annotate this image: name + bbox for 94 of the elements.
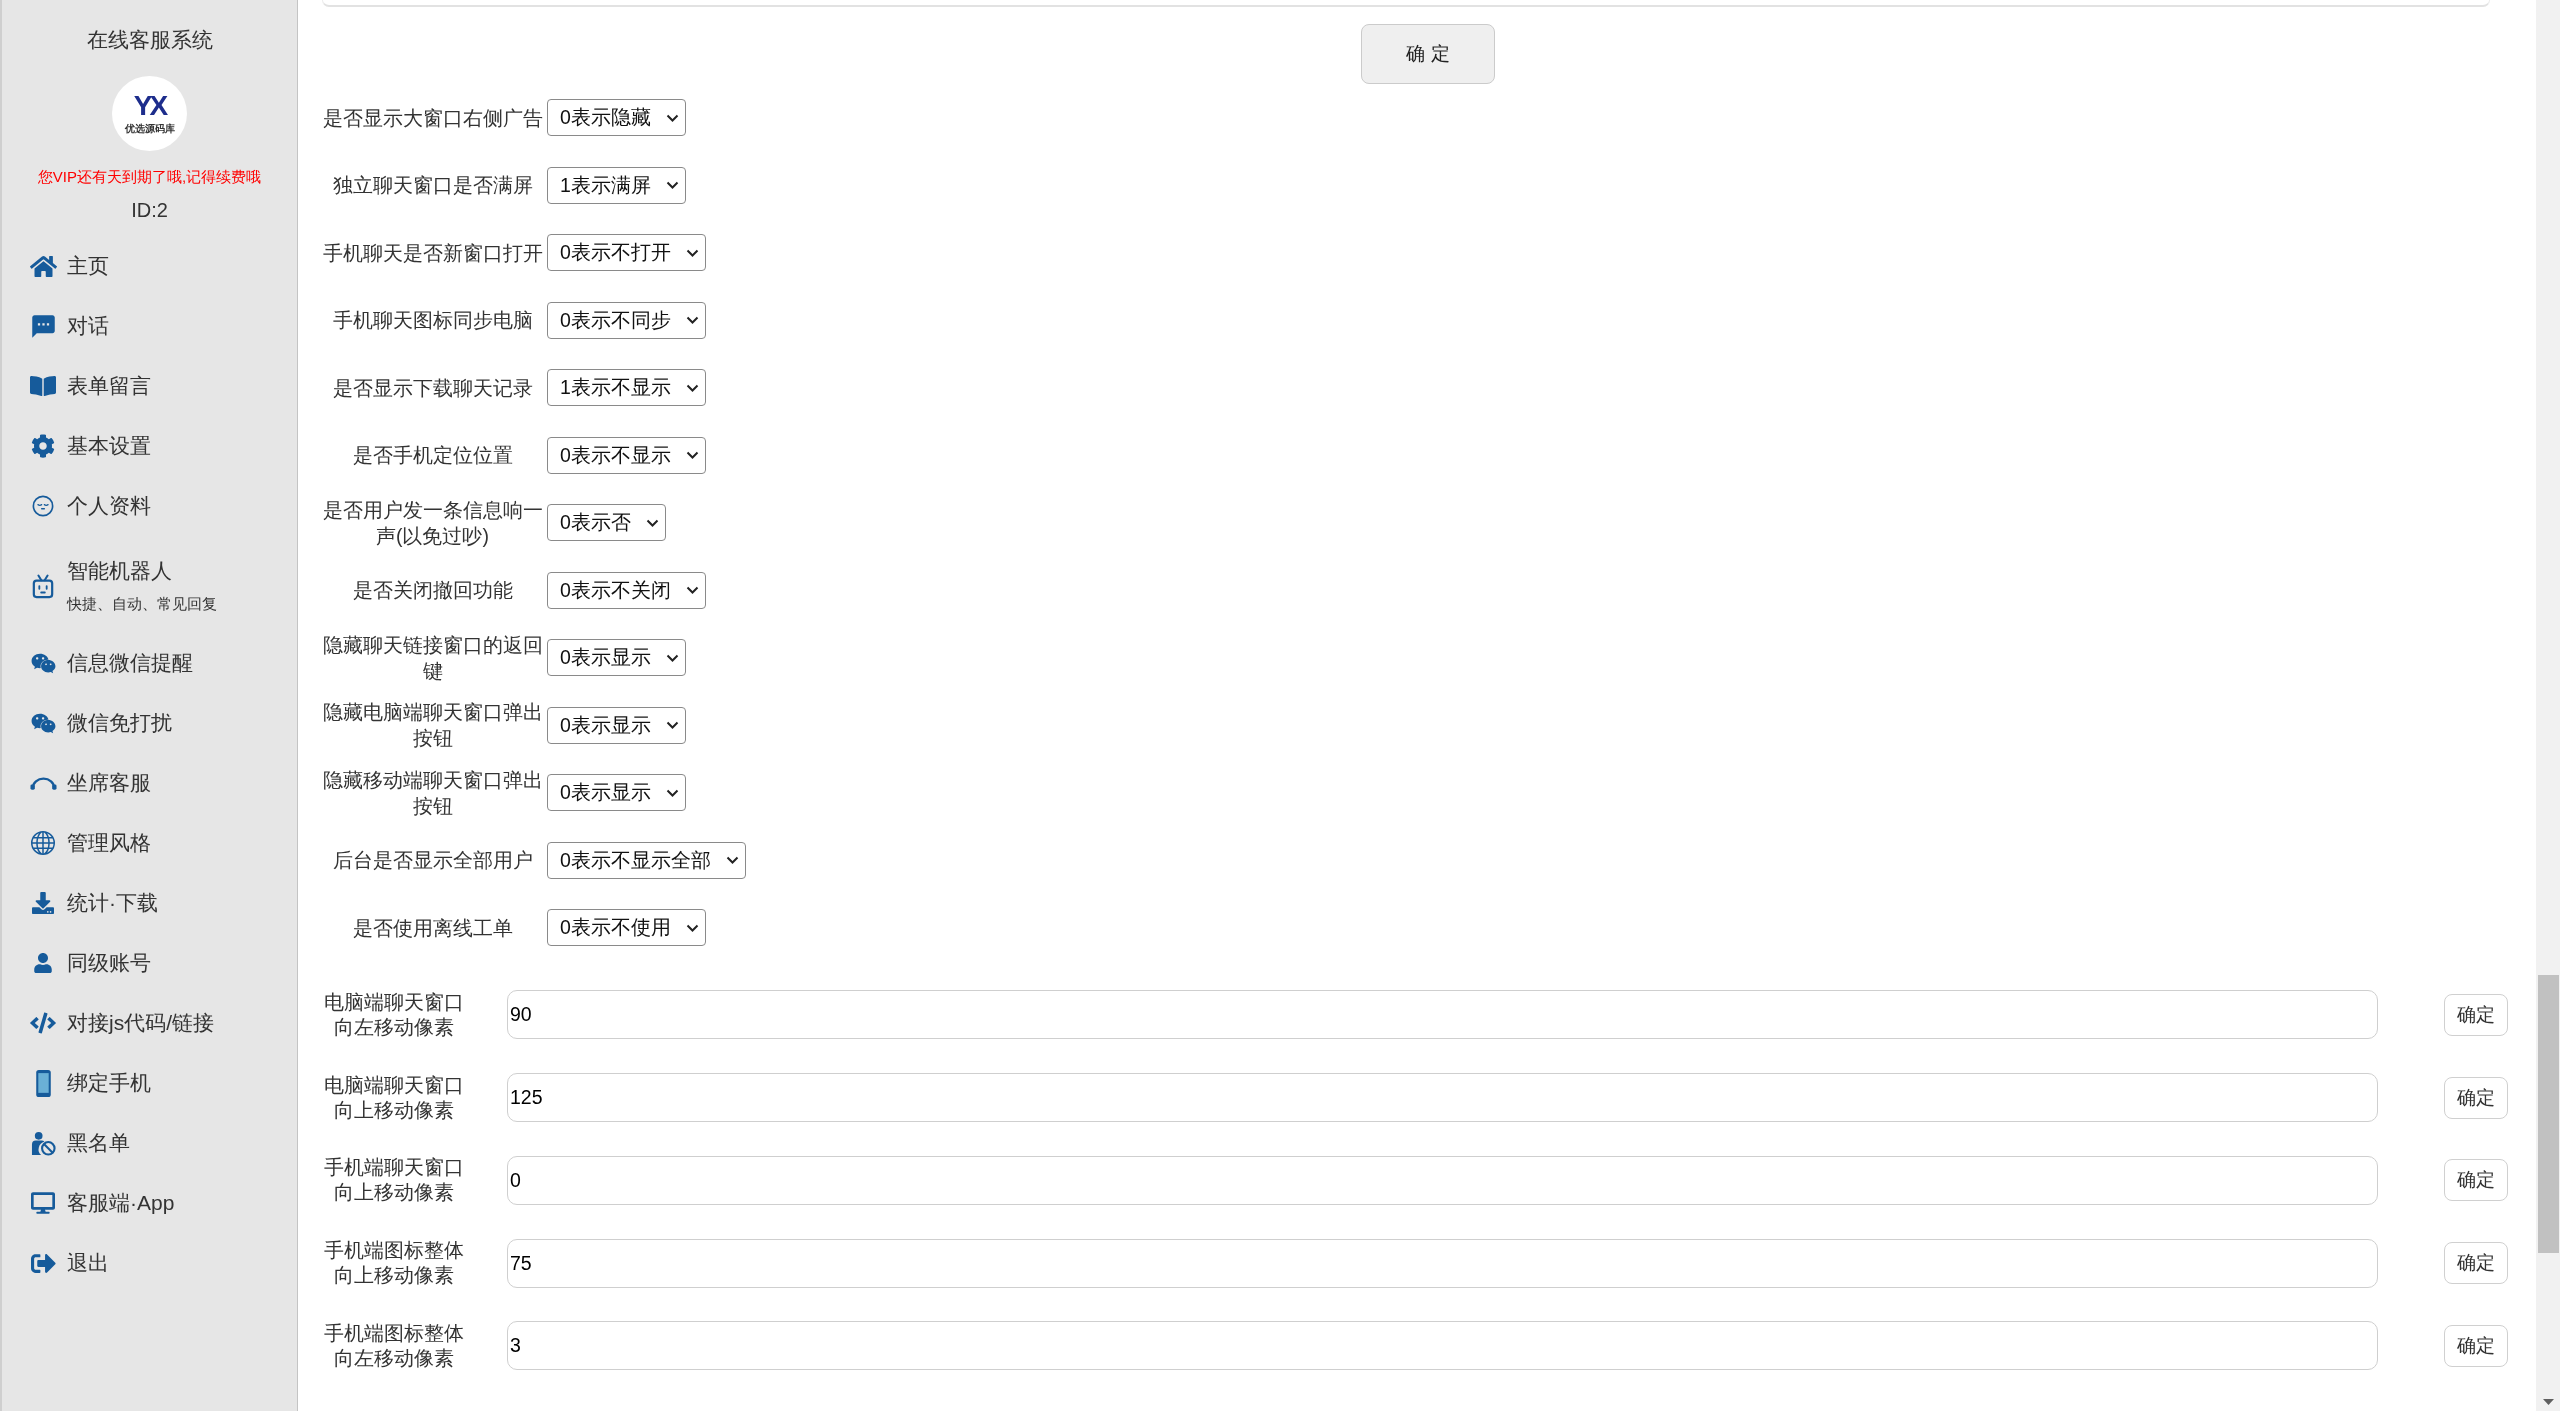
sidebar-item[interactable]: 管理风格 xyxy=(29,821,151,865)
logo-mark: YX xyxy=(133,92,166,119)
setting-label: 是否手机定位位置 xyxy=(351,443,514,469)
chevron-down-icon xyxy=(685,451,699,460)
sidebar-item[interactable]: 黑名单 xyxy=(29,1121,130,1165)
chevron-down-icon xyxy=(685,586,699,595)
setting-label: 手机聊天图标同步电脑 xyxy=(331,308,534,334)
phone-icon xyxy=(35,1069,51,1097)
select-dropdown[interactable]: 0表示不显示全部 xyxy=(547,841,746,879)
sidebar-item[interactable]: 绑定手机 xyxy=(29,1061,151,1105)
download-icon xyxy=(32,892,54,914)
select-dropdown[interactable]: 1表示不显示 xyxy=(547,369,706,407)
gear-icon xyxy=(31,434,55,458)
chevron-down-icon xyxy=(725,856,739,865)
chevron-down-icon xyxy=(665,788,679,797)
select-dropdown[interactable]: 0表示不使用 xyxy=(547,909,706,947)
select-dropdown[interactable]: 1表示满屏 xyxy=(547,166,686,204)
sidebar-item[interactable]: 主页 xyxy=(29,244,109,288)
app-title: 在线客服系统 xyxy=(85,27,214,53)
offset-label: 电脑端聊天窗口向左移动像素 xyxy=(323,989,465,1040)
sidebar-item[interactable]: 对话 xyxy=(29,304,109,348)
scrollbar[interactable] xyxy=(2536,0,2560,1411)
confirm-button[interactable]: 确定 xyxy=(2444,1159,2508,1202)
offset-label: 手机端图标整体向左移动像素 xyxy=(323,1320,465,1371)
caret-down-icon xyxy=(2542,1399,2554,1405)
vip-expiry-notice: 您VIP还有天到期了哦,记得续费哦 xyxy=(37,167,262,187)
sidebar-item-hint: 快捷、自动、常见回复 xyxy=(67,594,217,614)
face-icon xyxy=(32,495,54,517)
input-field[interactable]: 90 xyxy=(507,990,2378,1040)
select-dropdown[interactable]: 0表示不关闭 xyxy=(547,571,706,609)
chevron-down-icon xyxy=(685,383,699,392)
chevron-down-icon xyxy=(665,181,679,190)
setting-label: 是否关闭撤回功能 xyxy=(351,578,514,604)
setting-label: 是否显示大窗口右侧广告 xyxy=(322,105,543,131)
setting-label: 隐藏电脑端聊天窗口弹出按钮 xyxy=(322,700,543,752)
select-dropdown[interactable]: 0表示显示 xyxy=(547,706,686,744)
account-id: ID:2 xyxy=(131,198,168,223)
confirm-button[interactable]: 确定 xyxy=(2444,1242,2508,1285)
chevron-down-icon xyxy=(665,113,679,122)
offset-label: 手机端聊天窗口向上移动像素 xyxy=(323,1155,465,1206)
robot-icon xyxy=(32,573,54,599)
confirm-button[interactable]: 确定 xyxy=(2444,993,2508,1036)
sidebar-item[interactable]: 对接js代码/链接 xyxy=(29,1001,214,1045)
user-block-icon xyxy=(30,1130,56,1156)
sidebar-item[interactable]: 个人资料 xyxy=(29,484,151,528)
submit-button[interactable]: 确 定 xyxy=(1361,24,1495,84)
sidebar-item[interactable]: 坐席客服 xyxy=(29,761,151,805)
chevron-down-icon xyxy=(685,316,699,325)
setting-label: 是否用户发一条信息响一声(以免过吵) xyxy=(322,497,543,549)
setting-label: 后台是否显示全部用户 xyxy=(331,848,534,874)
chevron-down-icon xyxy=(645,518,659,527)
select-dropdown[interactable]: 0表示不打开 xyxy=(547,234,706,272)
offset-label: 手机端图标整体向上移动像素 xyxy=(323,1238,465,1289)
confirm-button[interactable]: 确定 xyxy=(2444,1076,2508,1119)
select-dropdown[interactable]: 0表示否 xyxy=(547,504,666,542)
scrollbar-thumb[interactable] xyxy=(2537,975,2559,1253)
input-field[interactable]: 0 xyxy=(507,1155,2378,1205)
setting-label: 是否显示下载聊天记录 xyxy=(331,375,534,401)
sidebar-item[interactable]: 客服端·App xyxy=(29,1181,175,1225)
sidebar-item[interactable]: 智能机器人 快捷、自动、常见回复 xyxy=(29,544,217,625)
select-dropdown[interactable]: 0表示不显示 xyxy=(547,436,706,474)
sidebar-item[interactable]: 微信免打扰 xyxy=(29,701,172,745)
sidebar-item[interactable]: 信息微信提醒 xyxy=(29,641,193,685)
select-dropdown[interactable]: 0表示不同步 xyxy=(547,301,706,339)
user-icon xyxy=(33,953,53,973)
select-dropdown[interactable]: 0表示显示 xyxy=(547,774,686,812)
setting-label: 隐藏聊天链接窗口的返回键 xyxy=(322,632,543,684)
select-dropdown[interactable]: 0表示隐藏 xyxy=(547,99,686,137)
monitor-icon xyxy=(31,1191,55,1215)
sidebar-item[interactable]: 同级账号 xyxy=(29,941,151,985)
input-field[interactable]: 75 xyxy=(507,1238,2378,1288)
select-dropdown[interactable]: 0表示显示 xyxy=(547,639,686,677)
offset-label: 电脑端聊天窗口向上移动像素 xyxy=(323,1072,465,1123)
globe-icon xyxy=(31,831,55,855)
input-field[interactable]: 125 xyxy=(507,1073,2378,1123)
chevron-down-icon xyxy=(665,721,679,730)
headphones-icon xyxy=(29,776,57,790)
setting-label: 手机聊天是否新窗口打开 xyxy=(322,240,543,266)
setting-label: 是否使用离线工单 xyxy=(351,915,514,941)
book-icon xyxy=(30,373,56,399)
sidebar-item[interactable]: 统计·下载 xyxy=(29,881,158,925)
setting-label: 独立聊天窗口是否满屏 xyxy=(331,173,534,199)
code-icon xyxy=(30,1010,56,1036)
confirm-button[interactable]: 确定 xyxy=(2444,1324,2508,1367)
chevron-down-icon xyxy=(665,653,679,662)
chevron-down-icon xyxy=(685,923,699,932)
message-icon xyxy=(29,312,57,340)
chevron-down-icon xyxy=(685,248,699,257)
sidebar-item[interactable]: 退出 xyxy=(29,1241,109,1285)
sidebar-item[interactable]: 表单留言 xyxy=(29,364,151,408)
setting-label: 隐藏移动端聊天窗口弹出按钮 xyxy=(322,767,543,819)
logo-name: 优选源码库 xyxy=(124,121,175,135)
sidebar-item[interactable]: 基本设置 xyxy=(29,424,151,468)
input-field[interactable]: 3 xyxy=(507,1321,2378,1371)
